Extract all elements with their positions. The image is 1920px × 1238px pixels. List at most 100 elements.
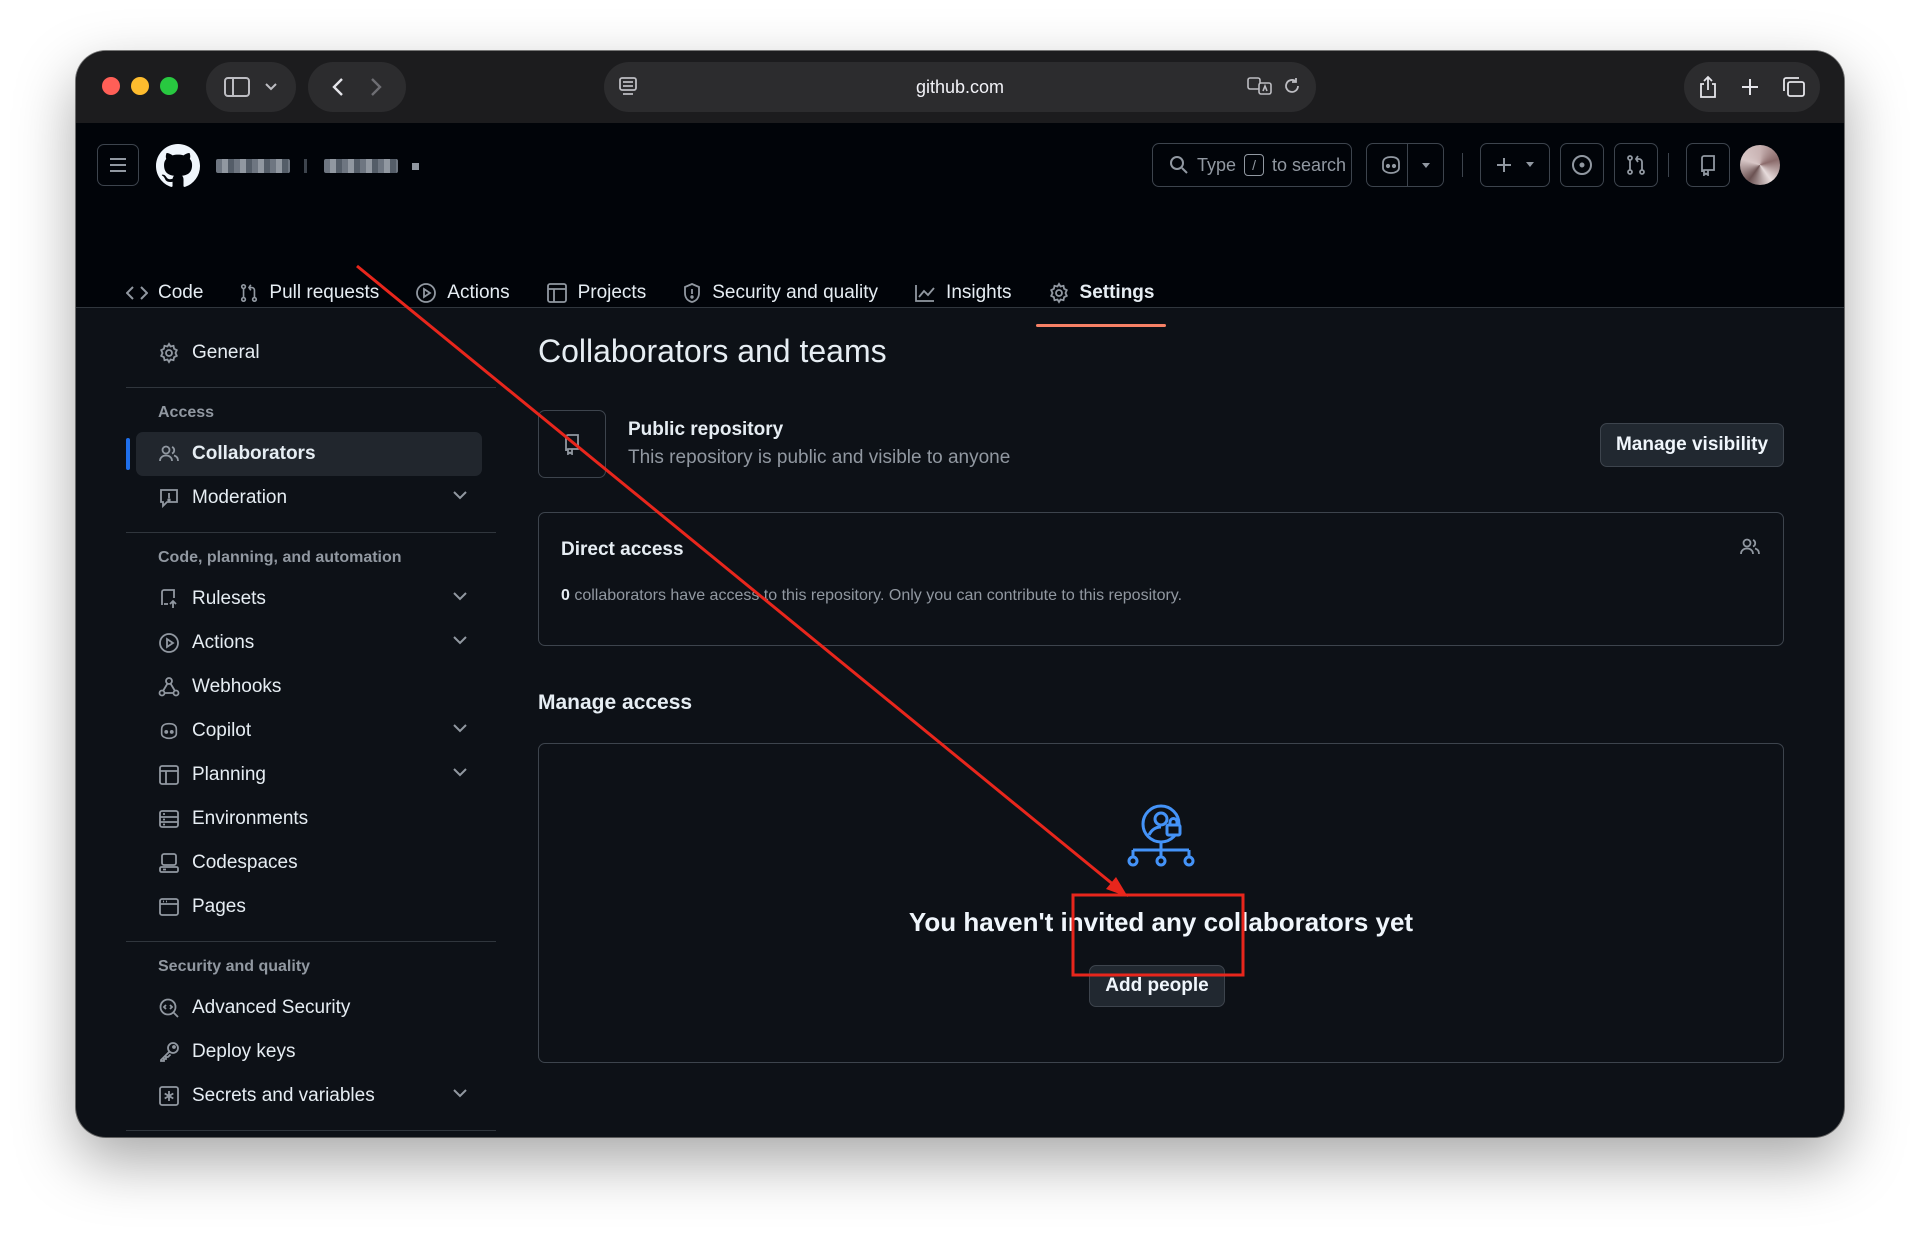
tab-label: Security and quality: [712, 282, 879, 303]
tab-overview-icon[interactable]: [1782, 76, 1806, 98]
pull-requests-button[interactable]: [1614, 143, 1658, 187]
people-org-icon: [1127, 804, 1195, 867]
sidebar-item-label: Codespaces: [192, 852, 298, 873]
sidebar-heading-access: Access: [158, 404, 215, 421]
chevron-down-icon[interactable]: [452, 635, 468, 645]
sidebar-item-webhooks[interactable]: Webhooks: [136, 665, 482, 709]
sidebar-item-copilot[interactable]: Copilot: [136, 709, 482, 753]
search-suffix: to search: [1272, 154, 1347, 175]
repo-visibility-icon-box: [538, 410, 606, 478]
sidebar-item-moderation[interactable]: Moderation: [136, 476, 482, 520]
search-input[interactable]: Type / to search: [1152, 143, 1352, 187]
sidebar-item-secrets[interactable]: Secrets and variables: [136, 1074, 482, 1118]
github-header: Type / to search Code Pull requests Acti…: [76, 123, 1844, 327]
menu-button[interactable]: [97, 144, 139, 186]
sidebar-item-label: Copilot: [192, 720, 252, 741]
repo-icon: [1701, 155, 1715, 176]
key-icon: [160, 1042, 179, 1062]
shield-icon: [684, 283, 701, 303]
direct-access-description: 0 collaborators have access to this repo…: [561, 587, 1182, 605]
sidebar-item-general[interactable]: General: [136, 331, 482, 375]
tab-insights[interactable]: Insights: [896, 265, 1029, 321]
add-people-button[interactable]: Add people: [1089, 965, 1225, 1007]
create-new-button[interactable]: [1480, 143, 1550, 187]
tab-projects[interactable]: Projects: [528, 265, 665, 321]
tab-label: Settings: [1079, 282, 1155, 303]
chevron-down-icon[interactable]: [452, 490, 468, 500]
sidebar-item-label: Secrets and variables: [192, 1085, 375, 1106]
gear-icon: [160, 342, 178, 364]
people-icon: [1740, 538, 1760, 555]
chevron-down-icon[interactable]: [452, 767, 468, 777]
people-icon: [159, 445, 179, 462]
public-repo-title: Public repository: [628, 419, 784, 440]
issue-icon: [1572, 155, 1592, 175]
sidebar-item-advanced-security[interactable]: Advanced Security: [136, 986, 482, 1030]
forward-icon[interactable]: [370, 77, 382, 97]
play-icon: [416, 283, 437, 303]
chevron-down-icon[interactable]: [452, 1088, 468, 1098]
chevron-down-icon[interactable]: [452, 723, 468, 733]
sidebar-item-actions[interactable]: Actions: [136, 621, 482, 665]
minimize-window-button[interactable]: [131, 77, 149, 95]
window-actions: [1684, 62, 1820, 112]
button-divider: [1407, 144, 1408, 186]
tab-security[interactable]: Security and quality: [664, 265, 896, 321]
translate-icon[interactable]: [1246, 76, 1274, 96]
sidebar-heading-security: Security and quality: [158, 958, 311, 975]
plus-icon: [1497, 158, 1511, 172]
manage-visibility-button[interactable]: Manage visibility: [1600, 423, 1784, 467]
pull-request-icon: [1627, 155, 1645, 175]
search-icon: [1170, 156, 1188, 174]
chevron-down-icon[interactable]: [452, 591, 468, 601]
sidebar-item-collaborators[interactable]: Collaborators: [126, 432, 482, 476]
sidebar-item-environments[interactable]: Environments: [136, 797, 482, 841]
close-window-button[interactable]: [102, 77, 120, 95]
direct-access-panel: Direct access 0 collaborators have acces…: [538, 512, 1784, 646]
sidebar-item-codespaces[interactable]: Codespaces: [136, 841, 482, 885]
owner-name-redacted[interactable]: [216, 159, 290, 173]
repositories-button[interactable]: [1686, 143, 1730, 187]
zoom-window-button[interactable]: [160, 77, 178, 95]
sidebar-item-pages[interactable]: Pages: [136, 885, 482, 929]
header-divider: [1462, 153, 1463, 177]
address-bar[interactable]: github.com: [604, 62, 1316, 112]
sidebar-item-rulesets[interactable]: Rulesets: [136, 577, 482, 621]
repo-push-icon: [161, 589, 177, 608]
share-icon[interactable]: [1698, 75, 1718, 99]
direct-access-title: Direct access: [561, 539, 684, 560]
sidebar-item-label: Moderation: [192, 487, 288, 508]
reload-icon[interactable]: [1282, 76, 1302, 96]
table-icon: [159, 765, 179, 785]
sidebar-heading-code-planning: Code, planning, and automation: [158, 549, 402, 566]
sidebar-item-label: General: [192, 342, 260, 363]
user-avatar[interactable]: [1740, 145, 1780, 185]
header-divider: [1668, 153, 1669, 177]
new-tab-icon[interactable]: [1740, 77, 1760, 97]
sidebar-item-deploy-keys[interactable]: Deploy keys: [136, 1030, 482, 1074]
search-shortcut-key: /: [1244, 154, 1265, 176]
sidebar-item-label: Pages: [192, 896, 246, 917]
browser-window: github.com Type / to search Code Pull re…: [76, 51, 1844, 1137]
github-logo-icon[interactable]: [156, 144, 200, 188]
collaborator-count: 0: [561, 587, 570, 604]
copilot-icon: [1382, 156, 1400, 174]
empty-state-title: You haven't invited any collaborators ye…: [908, 907, 1414, 937]
caret-down-icon: [1526, 162, 1534, 167]
graph-icon: [915, 285, 935, 302]
page-settings-icon[interactable]: [618, 76, 638, 98]
tab-settings[interactable]: Settings: [1030, 265, 1173, 327]
repo-icon: [565, 434, 579, 455]
breadcrumb-dot: [412, 163, 419, 170]
repo-name-redacted[interactable]: [324, 159, 398, 173]
manage-access-panel: You haven't invited any collaborators ye…: [538, 743, 1784, 1063]
issues-button[interactable]: [1560, 143, 1604, 187]
copilot-menu-button[interactable]: [1366, 143, 1444, 187]
sidebar-toggle-button[interactable]: [206, 62, 296, 112]
copilot-icon: [160, 722, 178, 740]
direct-access-text: collaborators have access to this reposi…: [569, 587, 1183, 604]
breadcrumb-separator: [304, 159, 307, 173]
back-icon[interactable]: [332, 77, 344, 97]
sidebar-item-planning[interactable]: Planning: [136, 753, 482, 797]
code-icon: [126, 286, 148, 300]
